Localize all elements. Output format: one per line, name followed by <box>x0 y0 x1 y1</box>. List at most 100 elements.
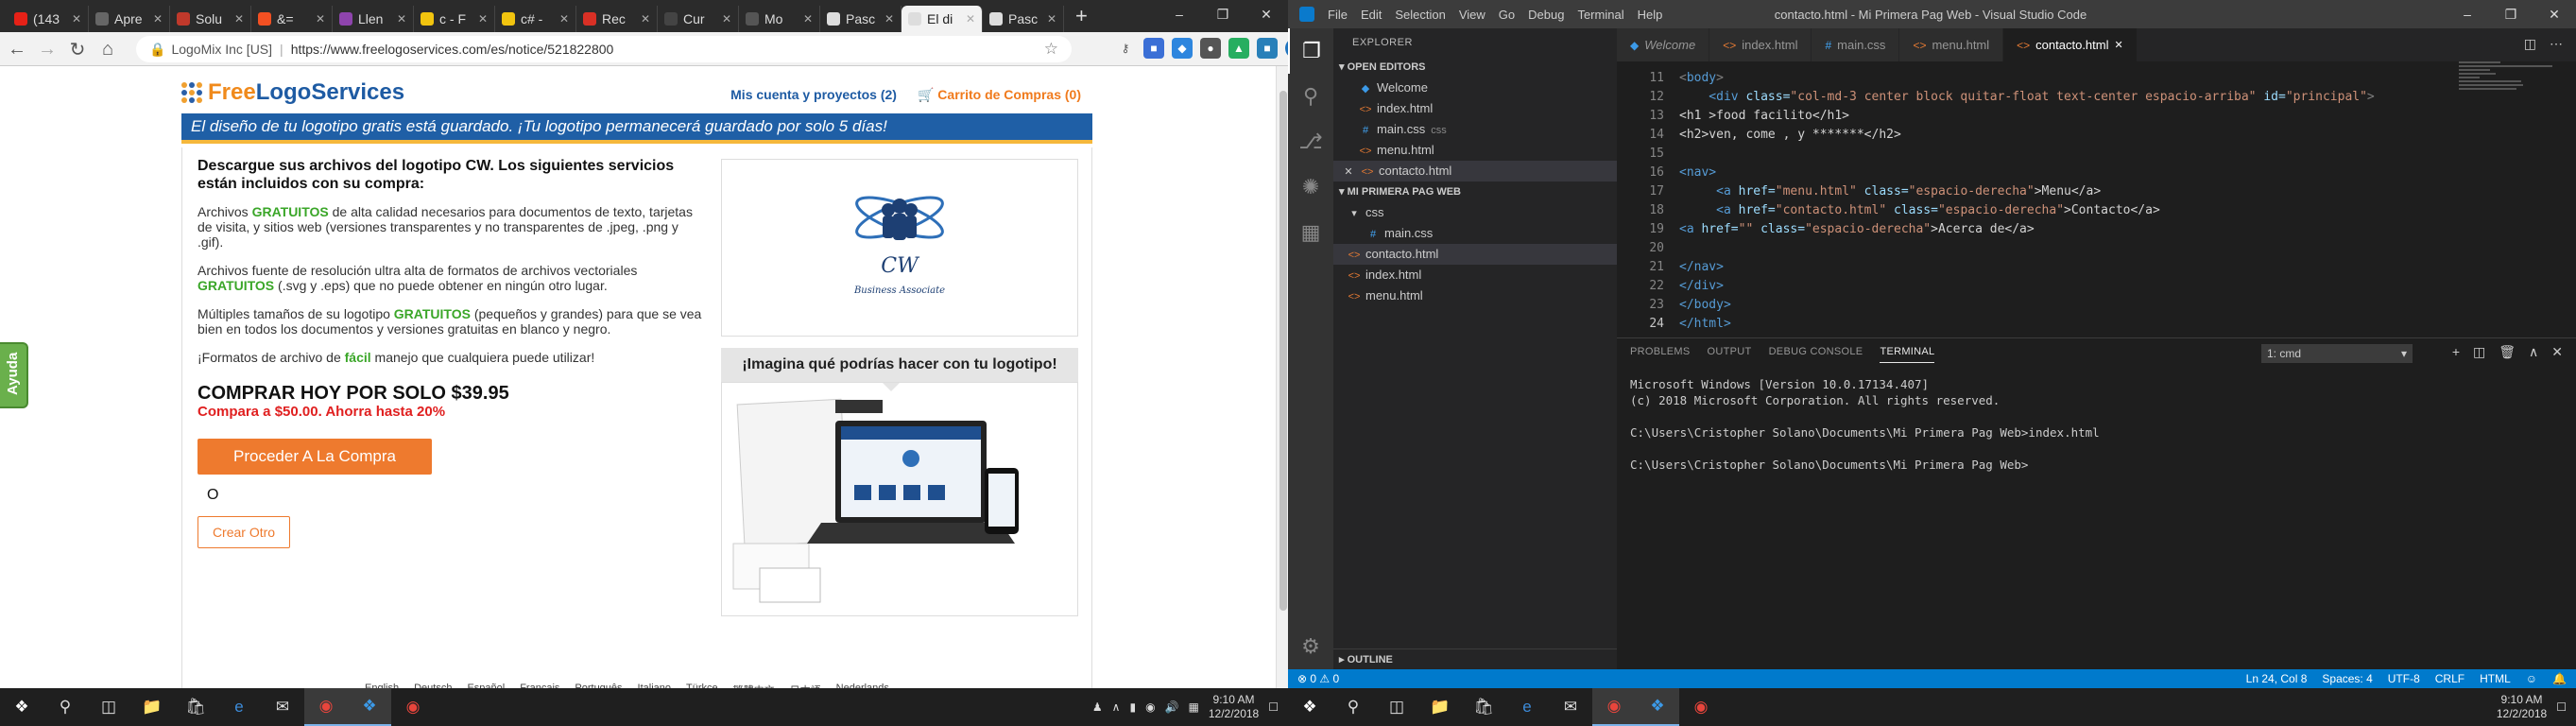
site-logo[interactable]: Free LogoServices <box>181 79 404 106</box>
bookmark-star-icon[interactable]: ☆ <box>1044 40 1058 59</box>
back-icon[interactable]: ← <box>4 36 30 62</box>
tab-close-icon[interactable]: ✕ <box>234 12 244 26</box>
debug-icon[interactable]: ✺ <box>1288 164 1333 210</box>
task-view-icon[interactable]: ◫ <box>1375 688 1418 726</box>
minimap[interactable] <box>2459 61 2563 118</box>
extension-icon[interactable]: ▲ <box>1228 38 1249 59</box>
maximize-icon[interactable]: ❐ <box>1201 0 1245 28</box>
tab-close-icon[interactable]: ✕ <box>722 12 731 26</box>
code-editor[interactable]: 11 12 13 14 15 16 17 18 19 20 21 22 23 24 <body> <div… <box>1617 61 2576 331</box>
extension-icon[interactable]: ■ <box>1257 38 1278 59</box>
close-icon[interactable]: ✕ <box>1245 0 1288 28</box>
close-icon[interactable]: ✕ <box>2533 0 2576 28</box>
chrome-icon[interactable]: ◉ <box>1592 688 1636 726</box>
editor-tab[interactable]: # main.css <box>1812 28 1900 61</box>
tab-close-icon[interactable]: ✕ <box>478 12 488 26</box>
mail-icon[interactable]: ✉ <box>261 688 304 726</box>
store-icon[interactable]: 🛍 <box>174 688 217 726</box>
store-icon[interactable]: 🛍 <box>1462 688 1505 726</box>
notifications-icon[interactable]: ☐ <box>2556 700 2567 714</box>
chrome-alt-icon[interactable]: ◉ <box>1679 688 1723 726</box>
battery-icon[interactable]: ▮ <box>1129 700 1136 714</box>
browser-tab[interactable]: c - F ✕ <box>414 6 495 32</box>
file-main-css[interactable]: # main.css <box>1333 223 1617 244</box>
browser-tab[interactable]: Apre ✕ <box>89 6 170 32</box>
browser-tab[interactable]: c# - ✕ <box>495 6 576 32</box>
menu-item[interactable]: Go <box>1499 8 1515 22</box>
search-icon[interactable]: ⚲ <box>1288 74 1333 119</box>
browser-tab[interactable]: Mo ✕ <box>739 6 820 32</box>
tab-close-icon[interactable]: ✕ <box>803 12 813 26</box>
minimize-icon[interactable]: – <box>1158 0 1201 28</box>
open-editor-item[interactable]: ✕ <> contacto.html <box>1333 161 1617 182</box>
project-file[interactable]: <> menu.html <box>1333 285 1617 306</box>
open-editor-item[interactable]: <> index.html <box>1333 98 1617 119</box>
indentation[interactable]: Spaces: 4 <box>2322 672 2372 685</box>
tab-close-icon[interactable]: ✕ <box>884 12 894 26</box>
language-mode[interactable]: HTML <box>2480 672 2511 685</box>
chrome-icon[interactable]: ◉ <box>304 688 348 726</box>
panel-tab[interactable]: DEBUG CONSOLE <box>1769 346 1863 363</box>
search-icon[interactable]: ⚲ <box>1331 688 1375 726</box>
tab-close-icon[interactable]: ✕ <box>397 12 406 26</box>
end-of-line[interactable]: CRLF <box>2435 672 2464 685</box>
edge-icon[interactable]: e <box>1505 688 1549 726</box>
language-icon[interactable]: ▦ <box>1189 700 1199 714</box>
maximize-icon[interactable]: ❐ <box>2489 0 2533 28</box>
trash-icon[interactable]: 🗑 <box>2499 344 2516 360</box>
project-file[interactable]: <> index.html <box>1333 265 1617 285</box>
create-another-button[interactable]: Crear Otro <box>197 516 290 548</box>
mail-icon[interactable]: ✉ <box>1549 688 1592 726</box>
wifi-icon[interactable]: ◉ <box>1145 700 1155 714</box>
page-scrollbar[interactable] <box>1276 66 1288 688</box>
problems-status[interactable]: ⊗ 0 ⚠ 0 <box>1297 672 1339 685</box>
terminal-select[interactable]: 1: cmd ▾ <box>2261 344 2413 363</box>
feedback-icon[interactable]: ☺ <box>2526 672 2537 685</box>
tab-close-icon[interactable]: ✕ <box>641 12 650 26</box>
browser-tab[interactable]: Solu ✕ <box>170 6 251 32</box>
menu-item[interactable]: File <box>1328 8 1348 22</box>
home-icon[interactable]: ⌂ <box>94 36 121 62</box>
extension-icon[interactable]: ● <box>1200 38 1221 59</box>
tab-close-icon[interactable]: ✕ <box>1047 12 1056 26</box>
menu-item[interactable]: Debug <box>1528 8 1564 22</box>
chrome-alt-icon[interactable]: ◉ <box>391 688 435 726</box>
account-link[interactable]: Mis cuenta y proyectos (2) <box>730 87 897 103</box>
menu-item[interactable]: Help <box>1638 8 1663 22</box>
more-actions-icon[interactable]: ⋯ <box>2550 36 2563 52</box>
help-tab[interactable]: Ayuda <box>0 342 28 408</box>
task-view-icon[interactable]: ◫ <box>87 688 130 726</box>
people-icon[interactable]: ♟ <box>1092 700 1103 714</box>
outline-header[interactable]: ▸ OUTLINE <box>1333 648 1617 669</box>
browser-tab[interactable]: (143 ✕ <box>8 6 89 32</box>
panel-tab[interactable]: OUTPUT <box>1708 346 1752 363</box>
project-file[interactable]: <> contacto.html <box>1333 244 1617 265</box>
browser-tab[interactable]: Pasc ✕ <box>820 6 902 32</box>
scrollbar-thumb[interactable] <box>1279 91 1287 611</box>
key-icon[interactable]: ⚷ <box>1115 38 1136 59</box>
source-control-icon[interactable]: ⎇ <box>1288 119 1333 164</box>
editor-tab[interactable]: ◆ Welcome <box>1617 28 1710 61</box>
open-editor-item[interactable]: # main.css css <box>1333 119 1617 140</box>
forward-icon[interactable]: → <box>34 36 60 62</box>
vscode-icon[interactable]: ❖ <box>1636 688 1679 726</box>
tab-close-icon[interactable]: ✕ <box>316 12 325 26</box>
file-explorer-icon[interactable]: 📁 <box>1418 688 1462 726</box>
tab-close-icon[interactable]: ✕ <box>966 12 975 26</box>
tab-close-icon[interactable]: ✕ <box>559 12 569 26</box>
editor-tab[interactable]: <> contacto.html ✕ <box>2003 28 2138 61</box>
windows-start-icon[interactable]: ❖ <box>1288 688 1331 726</box>
tray-chevron-icon[interactable]: ∧ <box>1112 700 1121 714</box>
taskbar-clock[interactable]: 9:10 AM 12/2/2018 <box>1209 693 1259 721</box>
cart-link[interactable]: 🛒 Carrito de Compras (0) <box>918 87 1081 103</box>
menu-item[interactable]: View <box>1459 8 1485 22</box>
maximize-panel-icon[interactable]: ∧ <box>2529 344 2538 360</box>
menu-item[interactable]: Edit <box>1361 8 1382 22</box>
extensions-icon[interactable]: ▦ <box>1288 210 1333 255</box>
volume-icon[interactable]: 🔊 <box>1165 700 1179 714</box>
taskbar-clock[interactable]: 9:10 AM 12/2/2018 <box>2497 693 2547 721</box>
panel-tab[interactable]: PROBLEMS <box>1630 346 1691 363</box>
close-panel-icon[interactable]: ✕ <box>2551 344 2563 360</box>
explorer-icon[interactable]: ❐ <box>1288 28 1333 74</box>
tab-close-icon[interactable]: ✕ <box>72 12 81 26</box>
